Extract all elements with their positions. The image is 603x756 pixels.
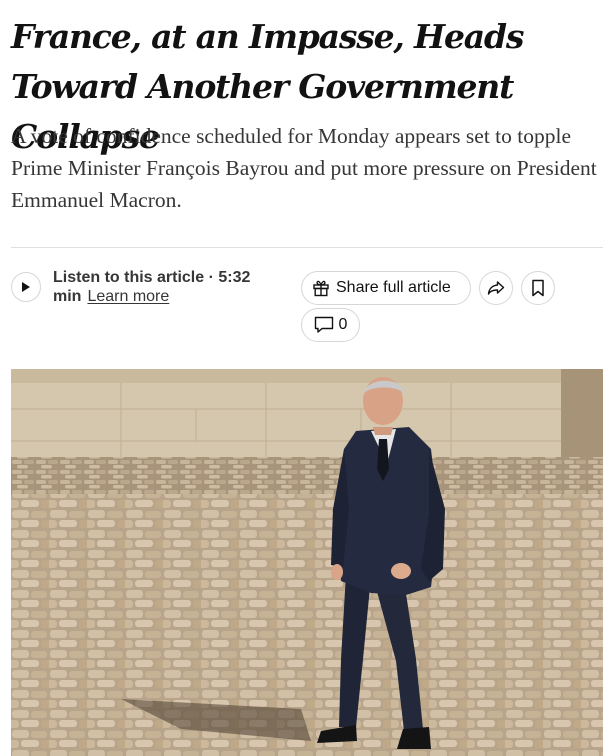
article-photo — [11, 369, 603, 756]
learn-more-link[interactable]: Learn more — [87, 288, 169, 305]
share-full-article-label: Share full article — [336, 279, 451, 296]
comments-button[interactable]: 0 — [301, 308, 360, 342]
share-full-article-button[interactable]: Share full article — [301, 271, 471, 305]
bookmark-icon — [532, 279, 544, 297]
share-button[interactable] — [479, 271, 513, 305]
save-bookmark-button[interactable] — [521, 271, 555, 305]
listen-to-article: Listen to this article · 5:32 min Learn m… — [53, 268, 283, 306]
divider — [11, 247, 603, 248]
comment-bubble-icon — [314, 316, 333, 333]
share-arrow-icon — [487, 281, 505, 295]
comments-count: 0 — [338, 316, 348, 333]
play-icon — [22, 282, 30, 292]
article-summary: A vote of confidence scheduled for Monda… — [11, 124, 597, 212]
gift-icon — [313, 280, 329, 297]
play-audio-button[interactable] — [11, 272, 41, 302]
